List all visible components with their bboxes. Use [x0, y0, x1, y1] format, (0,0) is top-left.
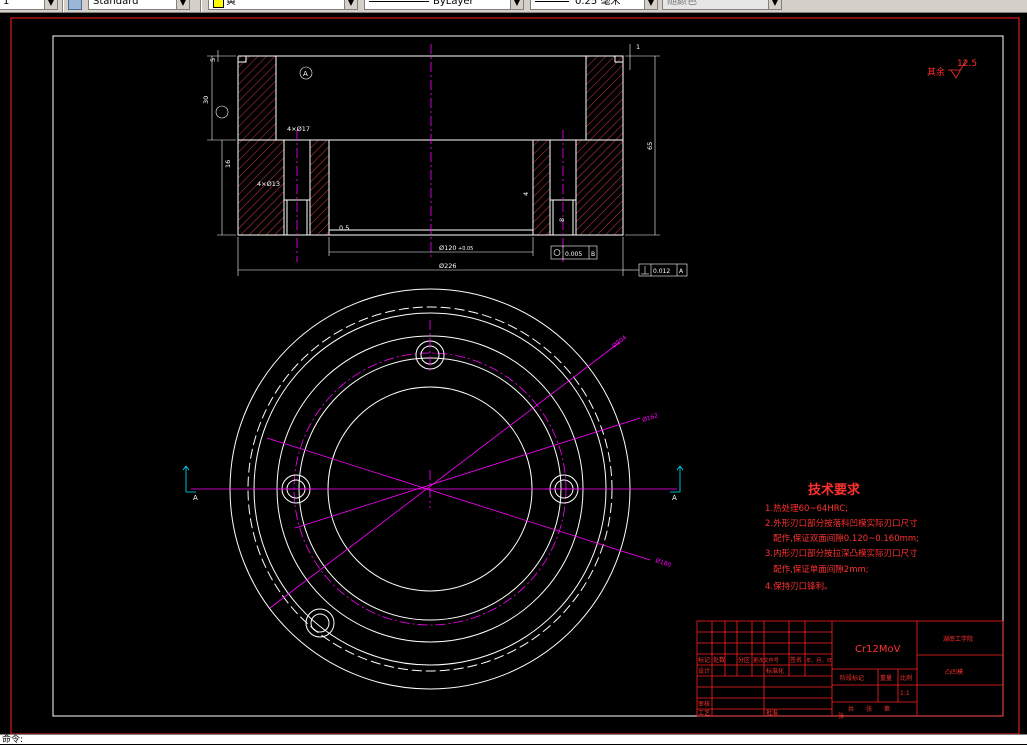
text-style-dropdown[interactable]: Standard ▼: [88, 0, 190, 10]
command-line[interactable]: 命令:: [0, 734, 1027, 745]
dim-162: Ø162: [641, 412, 659, 424]
roughness-value: 12.5: [957, 59, 977, 69]
perp-value: 0.012: [653, 268, 670, 275]
dim-4: 4: [522, 192, 530, 196]
chevron-down-icon[interactable]: ▼: [510, 0, 523, 9]
tb-zhongliang: 重量: [880, 674, 892, 682]
text-style-value: Standard: [93, 0, 139, 7]
drawing-canvas[interactable]: 30 16 65 5 1 8 4 0.5 4×Ø17 4×Ø13 Ø120 +0…: [0, 12, 1027, 734]
hatch-region: [238, 56, 276, 140]
hatch-region: [310, 140, 329, 235]
linetype-value: ByLayer: [433, 0, 474, 7]
tb-gengwen: 更改文件号: [753, 656, 779, 664]
tb-biaozhunhua: 标准化: [766, 667, 784, 675]
tb-school: 湖南工学院: [943, 635, 973, 643]
tb-material: Cr12MoV: [855, 644, 901, 655]
layer-value: 1: [3, 0, 10, 7]
plot-style-dropdown[interactable]: 随颜色 ▼: [662, 0, 782, 10]
chevron-down-icon[interactable]: ▼: [176, 0, 189, 9]
dim-16: 16: [224, 160, 232, 168]
datum-b: B: [591, 251, 595, 258]
text-style-icon[interactable]: [68, 0, 82, 10]
chevron-down-icon[interactable]: ▼: [344, 0, 357, 9]
plan-view: Ø204 Ø162 Ø180 A A: [182, 288, 684, 690]
tb-gong: 共: [848, 705, 854, 713]
datum-a: A: [679, 268, 684, 275]
color-swatch-icon: [213, 0, 224, 8]
sheet-border: [10, 17, 1020, 734]
tb-scale: 1:1: [900, 690, 910, 697]
tb-di: 第: [884, 705, 890, 713]
tb-zhang: 张: [866, 705, 872, 713]
tb-zhang-2: 张: [838, 712, 844, 720]
tech-requirements: 技术要求 1.热处理60~64HRC; 2.外形刃口部分按落料凹模实际刃口尺寸 …: [765, 482, 919, 592]
lineweight-value: 0.25 毫米: [575, 0, 621, 7]
tb-bili: 比例: [900, 674, 912, 682]
view-mark-right: A: [672, 494, 677, 502]
tech-title: 技术要求: [808, 482, 861, 498]
dim-c05: 0.5: [339, 224, 349, 232]
flatness-value: 0.005: [565, 251, 582, 258]
tb-biaoji: 标记: [698, 656, 710, 664]
tb-fenqu: 分区: [738, 656, 750, 664]
view-mark-left: A: [193, 494, 198, 502]
tb-gongyi: 工艺: [698, 709, 710, 717]
chevron-down-icon[interactable]: ▼: [44, 0, 57, 9]
color-value: 黄: [226, 0, 236, 7]
dim-204: Ø204: [611, 334, 628, 349]
dim-180: Ø180: [654, 557, 672, 569]
dim-30: 30: [202, 96, 210, 104]
dim-226: Ø226: [439, 262, 457, 270]
tech-line-1: 1.热处理60~64HRC;: [765, 503, 848, 514]
tb-jieduan: 阶段标记: [840, 674, 864, 682]
dim-120-tol: +0.05: [458, 246, 473, 252]
chevron-down-icon[interactable]: ▼: [768, 0, 781, 9]
line-sample-icon: [535, 1, 569, 2]
linetype-dropdown[interactable]: ByLayer ▼: [364, 0, 524, 10]
tb-sheji: 设计: [698, 667, 710, 675]
roughness-label: 其余: [927, 66, 945, 78]
tb-chushu: 处数: [713, 656, 725, 664]
tb-part-name: 凸凹模: [945, 668, 963, 676]
perpendicularity-frame: 0.012 A: [623, 263, 688, 277]
dim-1: 1: [636, 43, 640, 51]
section-label: A: [303, 70, 308, 78]
frame-border: [52, 35, 1004, 717]
tech-line-4: 3.内形刃口部分按拉深凸模实际刃口尺寸: [765, 548, 918, 559]
color-dropdown[interactable]: 黄 ▼: [208, 0, 358, 10]
dim-4x17: 4×Ø17: [287, 125, 310, 133]
hatch-region: [576, 140, 623, 235]
hatch-region: [586, 56, 623, 140]
tech-line-3: 配作,保证双面间隙0.120~0.160mm;: [765, 533, 919, 544]
surface-roughness: 其余 12.5: [927, 59, 977, 79]
tb-qianming: 签名: [790, 656, 802, 664]
lineweight-dropdown[interactable]: 0.25 毫米 ▼: [530, 0, 658, 10]
dim-4x13: 4×Ø13: [257, 180, 280, 188]
tb-nyr: 年、月、日: [806, 656, 832, 664]
hatch-region: [533, 140, 550, 235]
dim-8: 8: [558, 218, 566, 222]
layer-dropdown[interactable]: 1 ▼: [0, 0, 58, 10]
section-view: [237, 44, 624, 262]
flatness-frame: 0.005 B: [550, 245, 598, 260]
tb-pizhun: 批准: [766, 709, 778, 717]
toolbar-separator: [62, 0, 64, 12]
dim-5: 5: [209, 58, 217, 62]
tech-line-5: 配作,保证单面间隙2mm;: [765, 564, 869, 575]
tech-line-2: 2.外形刃口部分按落料凹模实际刃口尺寸: [765, 518, 918, 529]
tb-shenhe: 审核: [698, 700, 710, 708]
toolbar-separator: [200, 0, 202, 12]
tech-line-6: 4.保持刃口锋利。: [765, 581, 833, 592]
chevron-down-icon[interactable]: ▼: [644, 0, 657, 9]
plot-style-value: 随颜色: [667, 0, 697, 7]
dim-65: 65: [646, 142, 654, 150]
title-block: 标记 处数 分区 更改文件号 签名 年、月、日 设计 标准化 审核 工艺 批准 …: [696, 620, 1004, 720]
dim-120: Ø120: [439, 244, 457, 252]
line-sample-icon: [369, 1, 429, 2]
